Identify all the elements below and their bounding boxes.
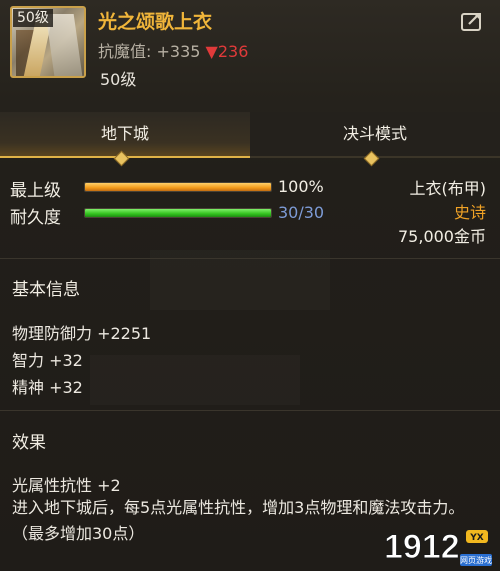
durability-bar <box>84 208 272 218</box>
effect-light-resist: 光属性抗性 +2 <box>12 476 121 495</box>
item-price: 75,000金币 <box>398 227 486 246</box>
required-level: 50级 <box>100 70 137 89</box>
stat-physical-defense: 物理防御力 +2251 <box>12 324 152 343</box>
share-icon <box>461 13 481 31</box>
watermark-number: 1912 <box>384 528 460 566</box>
resist-diff: ▼236 <box>205 42 249 61</box>
durability-bar-fill <box>85 209 271 217</box>
site-watermark: 1912 YX 网页游戏 <box>382 524 494 568</box>
grade-bar <box>84 182 272 192</box>
tab-dungeon[interactable]: 地下城 <box>0 112 250 158</box>
resist-value: +335 <box>156 42 201 61</box>
stat-spirit: 精神 +32 <box>12 378 83 397</box>
durability-label: 耐久度 <box>10 208 61 228</box>
watermark-badge: YX <box>469 533 484 543</box>
tab-pvp[interactable]: 决斗模式 <box>250 112 500 158</box>
grade-bar-fill <box>85 183 271 191</box>
item-level-badge: 50级 <box>13 9 53 27</box>
item-tooltip-panel: 50级 光之颂歌上衣 抗魔值: +335 ▼236 50级 地下城 决斗模式 最… <box>0 0 500 571</box>
item-slot: 上衣(布甲) <box>409 179 487 198</box>
watermark-sub: 网页游戏 <box>460 555 492 565</box>
item-header: 50级 光之颂歌上衣 抗魔值: +335 ▼236 50级 <box>0 0 500 100</box>
resist-label: 抗魔值: <box>98 42 152 61</box>
stat-intelligence: 智力 +32 <box>12 351 83 370</box>
background-ghost <box>150 250 330 310</box>
durability-value: 30/30 <box>278 203 325 222</box>
background-ghost <box>90 355 300 405</box>
mode-tabs: 地下城 决斗模式 <box>0 112 500 158</box>
effects-title: 效果 <box>12 433 46 453</box>
divider <box>0 258 500 259</box>
basic-info-title: 基本信息 <box>12 280 80 300</box>
divider <box>0 410 500 411</box>
item-rarity: 史诗 <box>453 203 486 222</box>
watermark-logo: 1912 YX 网页游戏 <box>384 528 492 567</box>
grade-value: 100% <box>278 177 324 196</box>
resist-line: 抗魔值: +335 ▼236 <box>98 38 248 62</box>
share-button[interactable] <box>460 10 486 32</box>
item-name: 光之颂歌上衣 <box>98 11 213 33</box>
grade-label: 最上级 <box>10 181 61 201</box>
